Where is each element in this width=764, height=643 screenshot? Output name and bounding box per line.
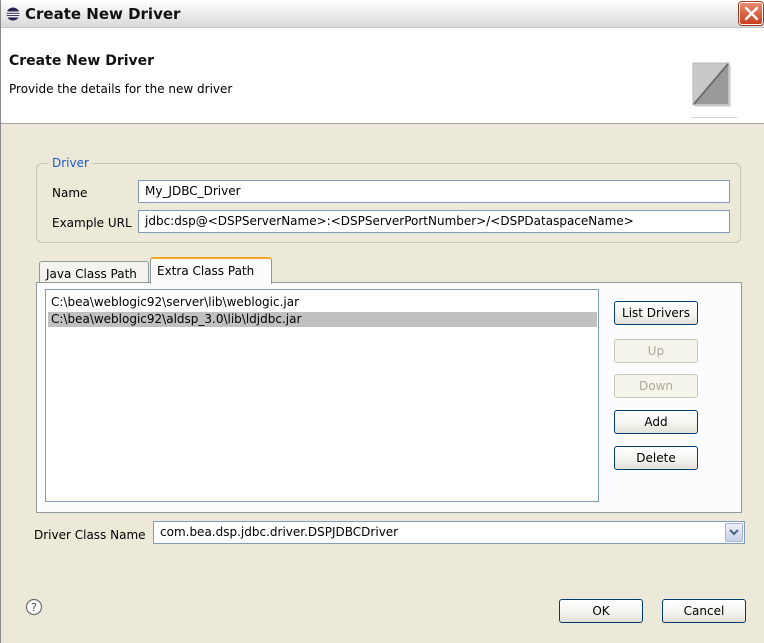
cancel-button[interactable]: Cancel: [662, 599, 746, 623]
create-new-driver-dialog: Create New Driver Create New Driver Prov…: [0, 0, 764, 643]
delete-button[interactable]: Delete: [614, 446, 698, 470]
add-button[interactable]: Add: [614, 410, 698, 434]
example-url-field[interactable]: jdbc:dsp@<DSPServerName>:<DSPServerPortN…: [138, 210, 730, 233]
close-button[interactable]: [739, 2, 763, 25]
page-description: Provide the details for the new driver: [9, 82, 233, 96]
title-bar: Create New Driver: [1, 0, 764, 28]
name-field[interactable]: My_JDBC_Driver: [138, 180, 730, 203]
list-item-selected[interactable]: C:\bea\weblogic92\aldsp_3.0\lib\ldjdbc.j…: [48, 312, 597, 327]
driver-class-name-combo[interactable]: com.bea.dsp.jdbc.driver.DSPJDBCDriver: [153, 521, 745, 544]
svg-text:?: ?: [31, 601, 37, 614]
list-item[interactable]: C:\bea\weblogic92\server\lib\weblogic.ja…: [48, 295, 597, 310]
down-button[interactable]: Down: [614, 374, 698, 398]
up-button[interactable]: Up: [614, 339, 698, 363]
window-title: Create New Driver: [25, 5, 181, 23]
driver-class-name-value: com.bea.dsp.jdbc.driver.DSPJDBCDriver: [160, 525, 399, 539]
tab-extra-class-path[interactable]: Extra Class Path: [150, 257, 272, 284]
wizard-header: Create New Driver Provide the details fo…: [1, 28, 764, 124]
close-icon: [744, 6, 759, 21]
name-label: Name: [52, 186, 88, 200]
help-icon[interactable]: ?: [25, 598, 43, 616]
class-path-list[interactable]: C:\bea\weblogic92\server\lib\weblogic.ja…: [45, 289, 599, 502]
wizard-banner-icon: [691, 62, 737, 118]
driver-group-label: Driver: [49, 156, 92, 170]
page-title: Create New Driver: [9, 53, 155, 69]
example-url-label: Example URL: [52, 216, 132, 230]
combo-dropdown-button[interactable]: [725, 523, 743, 542]
driver-class-name-label: Driver Class Name: [34, 528, 146, 542]
list-drivers-button[interactable]: List Drivers: [614, 301, 698, 325]
chevron-down-icon: [729, 529, 739, 536]
ok-button[interactable]: OK: [559, 599, 643, 623]
eclipse-icon: [6, 7, 20, 21]
